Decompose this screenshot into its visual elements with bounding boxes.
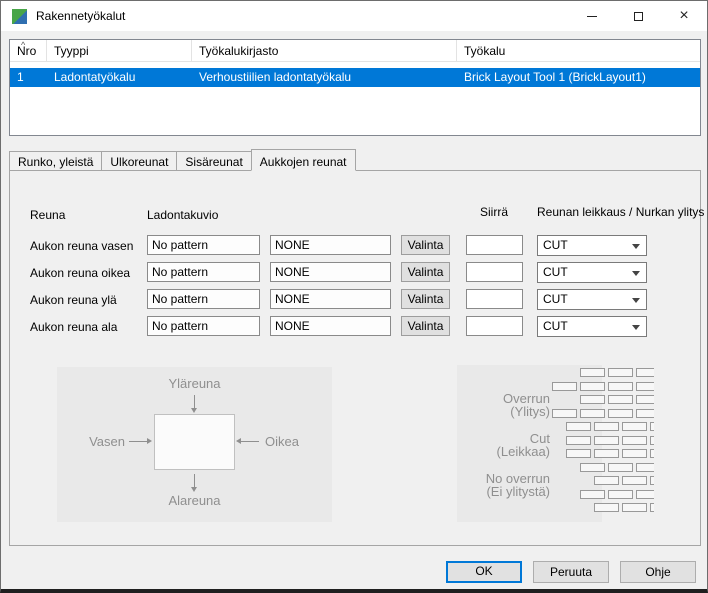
- column-header-nro[interactable]: ^ Nro: [10, 40, 47, 61]
- column-label-ladontakuvio: Ladontakuvio: [147, 208, 218, 222]
- column-header-tyyppi[interactable]: Tyyppi: [47, 40, 192, 61]
- pattern-field[interactable]: No pattern: [147, 316, 260, 336]
- chevron-down-icon: [632, 298, 640, 303]
- cut-select[interactable]: CUT: [537, 316, 647, 337]
- minimize-icon: [587, 16, 597, 17]
- chevron-down-icon: [632, 271, 640, 276]
- cell-tyokalu: Brick Layout Tool 1 (BrickLayout1): [457, 68, 700, 87]
- legend-overrun: Overrun (Ylitys): [462, 392, 550, 418]
- library-field[interactable]: NONE: [270, 235, 391, 255]
- cell-nro: 1: [10, 68, 47, 87]
- maximize-button[interactable]: [615, 1, 661, 31]
- pattern-field[interactable]: No pattern: [147, 289, 260, 309]
- edge-diagram: Yläreuna Vasen Oikea Alareuna: [57, 367, 332, 522]
- close-button[interactable]: ×: [661, 1, 707, 31]
- cut-select-value: CUT: [543, 319, 568, 333]
- tab-panel-aukkojen-reunat: Reuna Ladontakuvio Siirrä Reunan leikkau…: [9, 170, 701, 546]
- minimize-button[interactable]: [569, 1, 615, 31]
- tool-list: ^ Nro Tyyppi Työkalukirjasto Työkalu 1 L…: [9, 39, 701, 136]
- edge-row-label: Aukon reuna vasen: [30, 239, 133, 253]
- legend-no-overrun-line2: (Ei ylitystä): [462, 485, 550, 498]
- valinta-button[interactable]: Valinta: [401, 316, 450, 336]
- diagram-label-bottom: Alareuna: [154, 493, 235, 508]
- siirra-input[interactable]: [466, 235, 523, 255]
- pattern-field[interactable]: No pattern: [147, 262, 260, 282]
- legend-cut: Cut (Leikkaa): [462, 432, 550, 458]
- column-label-leikkaus: Reunan leikkaus / Nurkan ylitys: [537, 205, 704, 219]
- arrow-down-icon: [194, 395, 195, 408]
- diagram-rectangle: [154, 414, 235, 470]
- tab-aukkojen-reunat[interactable]: Aukkojen reunat: [251, 149, 356, 171]
- edge-row-vasen: Aukon reuna vasen No pattern NONE Valint…: [10, 235, 700, 256]
- diagram-label-right: Oikea: [265, 434, 299, 449]
- diagram-label-top: Yläreuna: [154, 376, 235, 391]
- tab-strip: Runko, yleistä Ulkoreunat Sisäreunat Auk…: [9, 148, 356, 170]
- cut-select[interactable]: CUT: [537, 235, 647, 256]
- column-header-tyokalu[interactable]: Työkalu: [457, 40, 700, 61]
- library-field[interactable]: NONE: [270, 289, 391, 309]
- cut-select[interactable]: CUT: [537, 262, 647, 283]
- pattern-field[interactable]: No pattern: [147, 235, 260, 255]
- library-field[interactable]: NONE: [270, 316, 391, 336]
- cancel-button[interactable]: Peruuta: [533, 561, 609, 583]
- brick-pattern: [542, 368, 654, 528]
- dialog-rakennetyokalut: Rakennetyökalut × ^ Nro Tyyppi Työkaluki…: [0, 0, 708, 593]
- column-label-reuna: Reuna: [30, 208, 65, 222]
- arrow-right-icon: [129, 441, 147, 442]
- legend-no-overrun: No overrun (Ei ylitystä): [462, 472, 550, 498]
- siirra-input[interactable]: [466, 289, 523, 309]
- edge-row-label: Aukon reuna oikea: [30, 266, 130, 280]
- diagram-label-left: Vasen: [65, 434, 125, 449]
- chevron-down-icon: [632, 325, 640, 330]
- arrow-down-icon: [194, 474, 195, 487]
- edge-row-label: Aukon reuna ylä: [30, 293, 117, 307]
- list-header: ^ Nro Tyyppi Työkalukirjasto Työkalu: [10, 40, 700, 62]
- siirra-input[interactable]: [466, 316, 523, 336]
- cell-tyyppi: Ladontatyökalu: [47, 68, 192, 87]
- cut-select[interactable]: CUT: [537, 289, 647, 310]
- legend-cut-line2: (Leikkaa): [462, 445, 550, 458]
- window-title: Rakennetyökalut: [36, 9, 125, 23]
- edge-row-yla: Aukon reuna ylä No pattern NONE Valinta …: [10, 289, 700, 310]
- table-row[interactable]: 1 Ladontatyökalu Verhoustiilien ladontat…: [10, 68, 700, 87]
- edge-row-ala: Aukon reuna ala No pattern NONE Valinta …: [10, 316, 700, 337]
- cell-tyokalukirjasto: Verhoustiilien ladontatyökalu: [192, 68, 457, 87]
- cut-select-value: CUT: [543, 265, 568, 279]
- valinta-button[interactable]: Valinta: [401, 235, 450, 255]
- ok-button[interactable]: OK: [446, 561, 522, 583]
- maximize-icon: [634, 12, 643, 21]
- tab-ulkoreunat[interactable]: Ulkoreunat: [101, 151, 177, 170]
- legend-overrun-line2: (Ylitys): [462, 405, 550, 418]
- tab-runko-yleista[interactable]: Runko, yleistä: [9, 151, 102, 170]
- arrow-left-icon: [241, 441, 259, 442]
- column-label-siirra: Siirrä: [480, 205, 508, 219]
- edge-row-label: Aukon reuna ala: [30, 320, 117, 334]
- tab-sisareunat[interactable]: Sisäreunat: [176, 151, 251, 170]
- valinta-button[interactable]: Valinta: [401, 262, 450, 282]
- app-icon: [12, 9, 27, 24]
- column-header-tyokalukirjasto[interactable]: Työkalukirjasto: [192, 40, 457, 61]
- valinta-button[interactable]: Valinta: [401, 289, 450, 309]
- cut-select-value: CUT: [543, 292, 568, 306]
- column-header-nro-label: Nro: [17, 44, 36, 58]
- cut-select-value: CUT: [543, 238, 568, 252]
- siirra-input[interactable]: [466, 262, 523, 282]
- edge-row-oikea: Aukon reuna oikea No pattern NONE Valint…: [10, 262, 700, 283]
- chevron-down-icon: [632, 244, 640, 249]
- close-icon: ×: [679, 8, 688, 24]
- caption-buttons: ×: [569, 1, 707, 31]
- sort-ascending-icon: ^: [21, 41, 25, 50]
- help-button[interactable]: Ohje: [620, 561, 696, 583]
- title-bar[interactable]: Rakennetyökalut ×: [1, 1, 707, 31]
- library-field[interactable]: NONE: [270, 262, 391, 282]
